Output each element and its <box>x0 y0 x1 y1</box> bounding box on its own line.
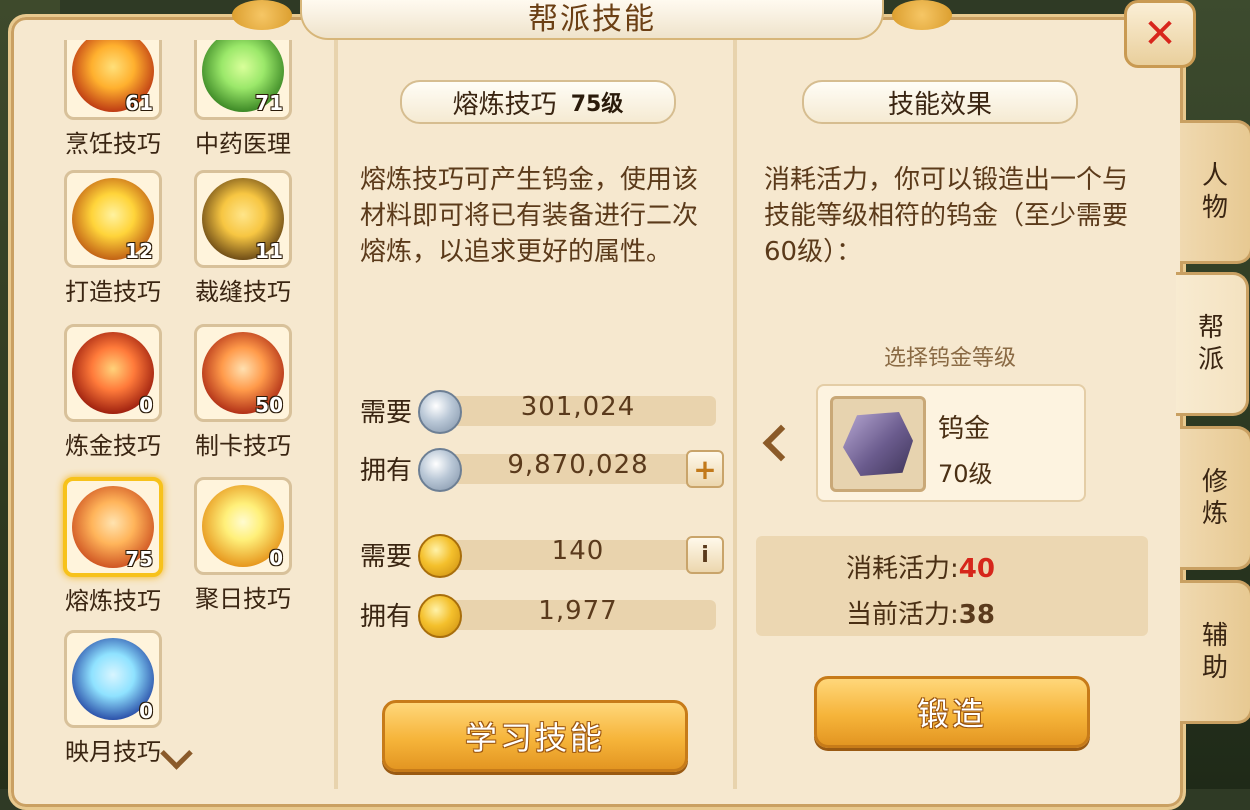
window-title: 帮派技能 <box>528 2 656 37</box>
skill-item-forging[interactable]: 12 打造技巧 <box>48 170 178 307</box>
skill-item-alchemy[interactable]: 0 炼金技巧 <box>48 324 178 461</box>
skill-level: 12 <box>125 239 153 263</box>
skill-level: 50 <box>255 393 283 417</box>
tungsten-item-card[interactable]: 钨金 70级 <box>816 384 1086 502</box>
skill-level: 0 <box>269 546 283 570</box>
skill-list[interactable]: 61 烹饪技巧 71 中药医理 12 打造技巧 11 裁缝技巧 0 炼金技巧 5… <box>28 40 330 789</box>
skill-name: 烹饪技巧 <box>65 130 161 158</box>
close-button[interactable]: ✕ <box>1124 0 1196 68</box>
tab-label: 修炼 <box>1201 467 1228 529</box>
effect-title-pill: 技能效果 <box>802 80 1078 124</box>
forge-button[interactable]: 锻造 <box>814 676 1090 748</box>
learn-skill-button[interactable]: 学习技能 <box>382 700 688 772</box>
energy-box: 消耗活力:40 当前活力:38 <box>756 536 1148 636</box>
item-name: 钨金 <box>938 414 991 444</box>
contribution-required-row: 需要 140 <box>360 534 720 578</box>
skill-icon-frame: 12 <box>64 170 162 268</box>
skill-item-moon[interactable]: 0 映月技巧 <box>48 630 178 767</box>
energy-cost-label: 消耗活力: <box>846 554 959 584</box>
skill-name: 映月技巧 <box>65 738 161 766</box>
contribution-required-value: 140 <box>551 536 605 566</box>
contribution-owned-value: 1,977 <box>538 596 618 626</box>
skill-item-sun[interactable]: 0 聚日技巧 <box>178 477 308 614</box>
tab-label: 帮派 <box>1197 313 1224 375</box>
skill-icon-frame: 50 <box>194 324 292 422</box>
info-icon: i <box>701 542 709 568</box>
tab-cultivation[interactable]: 修炼 <box>1180 426 1250 570</box>
skill-level: 11 <box>255 239 283 263</box>
skill-icon-frame: 0 <box>194 477 292 575</box>
skill-level: 75 <box>125 547 153 571</box>
effect-description: 消耗活力，你可以锻造出一个与技能等级相符的钨金（至少需要60级）： <box>764 165 1129 267</box>
gold-coin-icon <box>418 594 462 638</box>
tab-label: 辅助 <box>1201 621 1228 683</box>
skill-name: 熔炼技巧 <box>65 587 161 615</box>
skill-name: 中药医理 <box>195 130 291 158</box>
skill-title-pill: 熔炼技巧 75级 <box>400 80 676 124</box>
skill-name: 炼金技巧 <box>65 432 161 460</box>
column-divider <box>334 40 338 789</box>
tab-character[interactable]: 人物 <box>1180 120 1250 264</box>
close-icon: ✕ <box>1143 11 1177 57</box>
title-ornament-right <box>892 0 952 30</box>
select-level-label: 选择钨金等级 <box>883 346 1016 371</box>
skill-item-medicine[interactable]: 71 中药医理 <box>178 40 308 159</box>
skill-icon-frame: 0 <box>64 630 162 728</box>
effect-title: 技能效果 <box>887 89 992 120</box>
item-level: 70级 <box>938 460 993 488</box>
skill-description: 熔炼技巧可产生钨金，使用该材料即可将已有装备进行二次熔炼，以追求更好的属性。 <box>360 165 699 267</box>
silver-required-row: 需要 301,024 <box>360 390 720 434</box>
energy-current-value: 38 <box>958 600 995 630</box>
skill-level: 0 <box>139 393 153 417</box>
energy-cost-line: 消耗活力:40 <box>846 548 995 585</box>
skill-icon-frame: 0 <box>64 324 162 422</box>
skill-icon-frame: 71 <box>194 40 292 120</box>
energy-current-line: 当前活力:38 <box>846 594 995 631</box>
skill-name: 聚日技巧 <box>195 585 291 613</box>
tab-assist[interactable]: 辅助 <box>1180 580 1250 724</box>
skill-icon-frame: 61 <box>64 40 162 120</box>
skill-level: 71 <box>255 91 283 115</box>
row-label: 拥有 <box>360 456 413 486</box>
silver-required-value: 301,024 <box>520 392 636 422</box>
row-label: 需要 <box>360 398 413 428</box>
column-divider <box>733 40 737 789</box>
row-label: 需要 <box>360 542 413 572</box>
title-bar: 帮派技能 <box>232 0 952 40</box>
silver-owned-value: 9,870,028 <box>507 450 649 480</box>
skill-title-name: 熔炼技巧 <box>452 89 557 120</box>
skill-icon-frame: 75 <box>63 477 163 577</box>
add-silver-button[interactable]: + <box>686 450 724 488</box>
info-button[interactable]: i <box>686 536 724 574</box>
tungsten-ore-icon <box>843 412 913 476</box>
skill-title-level: 75级 <box>570 92 624 117</box>
skill-item-smelting[interactable]: 75 熔炼技巧 <box>48 477 178 616</box>
gold-coin-icon <box>418 534 462 578</box>
skill-icon-frame: 11 <box>194 170 292 268</box>
skill-item-tailoring[interactable]: 11 裁缝技巧 <box>178 170 308 307</box>
plus-icon: + <box>693 452 717 486</box>
skill-name: 裁缝技巧 <box>195 278 291 306</box>
tab-label: 人物 <box>1201 161 1228 223</box>
energy-cost-value: 40 <box>958 554 995 584</box>
skill-name: 打造技巧 <box>65 278 161 306</box>
silver-owned-row: 拥有 9,870,028 <box>360 448 720 492</box>
skill-level: 0 <box>139 699 153 723</box>
skill-level: 61 <box>125 91 153 115</box>
skill-name: 制卡技巧 <box>195 432 291 460</box>
silver-coin-icon <box>418 448 462 492</box>
energy-current-label: 当前活力: <box>846 600 959 630</box>
silver-coin-icon <box>418 390 462 434</box>
contribution-owned-row: 拥有 1,977 <box>360 594 720 638</box>
tab-guild[interactable]: 帮派 <box>1176 272 1249 416</box>
row-label: 拥有 <box>360 602 413 632</box>
skill-item-cooking[interactable]: 61 烹饪技巧 <box>48 40 178 159</box>
skill-item-cardmaking[interactable]: 50 制卡技巧 <box>178 324 308 461</box>
item-slot <box>830 396 926 492</box>
title-ornament-left <box>232 0 292 30</box>
